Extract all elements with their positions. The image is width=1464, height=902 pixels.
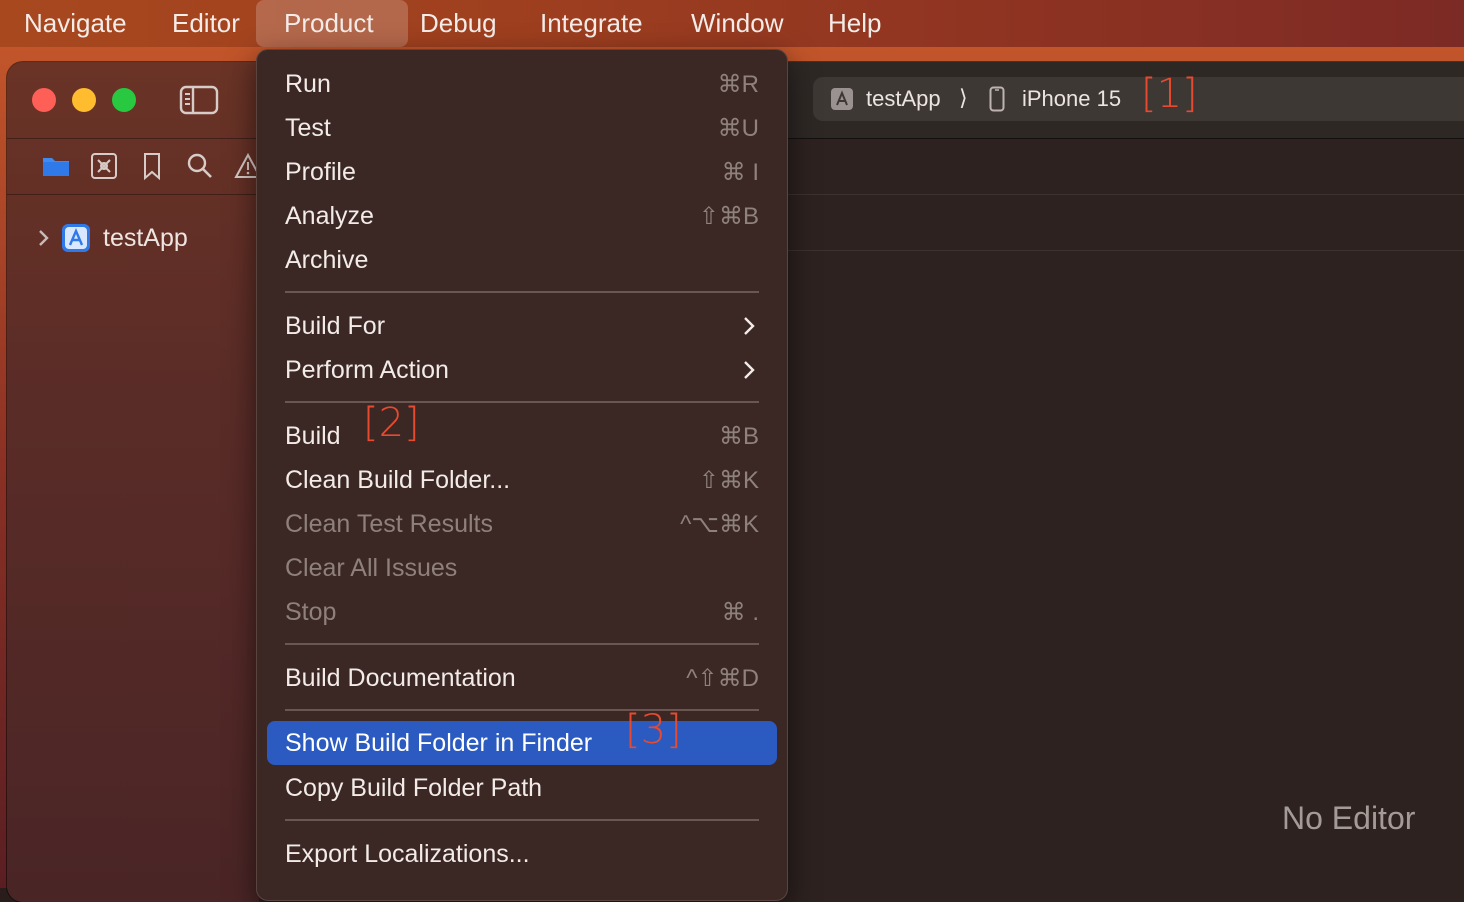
product-menu: Run ⌘R Test ⌘U Profile ⌘ I Analyze ⇧⌘B A… xyxy=(256,49,788,901)
menu-item-label: Clean Test Results xyxy=(285,510,493,538)
scheme-app-name: testApp xyxy=(866,86,941,111)
scheme-separator: ⟩ xyxy=(959,85,968,110)
annotation-mark-3: [3] xyxy=(625,707,682,753)
menu-item-label: Run xyxy=(285,70,331,98)
search-icon[interactable] xyxy=(186,152,214,180)
minimize-window-button[interactable] xyxy=(72,88,96,112)
app-scheme-icon xyxy=(831,88,853,110)
menu-item-build-documentation[interactable]: Build Documentation ^⇧⌘D xyxy=(267,656,777,700)
zoom-window-button[interactable] xyxy=(112,88,136,112)
menu-editor[interactable]: Editor xyxy=(158,0,254,47)
menu-item-clean-test-results: Clean Test Results ^⌥⌘K xyxy=(267,502,777,546)
menu-item-label: Export Localizations... xyxy=(285,840,530,868)
scheme-selector[interactable]: testApp ⟩ iPhone 15 [1] xyxy=(813,71,1464,121)
shortcut-label: ⇧⌘K xyxy=(698,467,759,494)
shortcut-label: ⇧⌘B xyxy=(698,203,759,230)
menu-item-build-for[interactable]: Build For xyxy=(267,304,777,348)
menu-item-label: Copy Build Folder Path xyxy=(285,774,543,802)
shortcut-label: ⌘B xyxy=(718,423,759,450)
chevron-right-icon xyxy=(744,317,755,335)
menu-separator xyxy=(285,819,759,821)
project-name: testApp xyxy=(103,223,188,252)
menu-item-clear-all-issues: Clear All Issues xyxy=(267,546,777,590)
menu-item-label: Build xyxy=(285,422,341,450)
app-project-icon xyxy=(62,224,90,252)
menu-item-build[interactable]: Build [2] ⌘B xyxy=(267,400,777,458)
menu-item-label: Stop xyxy=(285,598,337,626)
scheme-device-name: iPhone 15 xyxy=(1022,86,1122,111)
shortcut-label: ⌘U xyxy=(717,115,759,142)
menu-item-perform-action[interactable]: Perform Action xyxy=(267,348,777,392)
chevron-right-icon[interactable] xyxy=(35,228,53,248)
menu-item-export-localizations[interactable]: Export Localizations... xyxy=(267,832,777,876)
menu-separator xyxy=(285,643,759,645)
menu-item-show-build-folder-in-finder[interactable]: Show Build Folder in Finder [3] xyxy=(267,707,777,765)
shortcut-label: ⌘ I xyxy=(721,159,759,186)
menu-debug[interactable]: Debug xyxy=(406,0,511,47)
menu-item-label: Clean Build Folder... xyxy=(285,466,511,494)
menu-item-label: Profile xyxy=(285,158,356,186)
menu-item-stop: Stop ⌘ . xyxy=(267,590,777,634)
menu-navigate[interactable]: Navigate xyxy=(10,0,141,47)
menu-separator xyxy=(285,291,759,293)
annotation-mark-1: [1] xyxy=(1141,71,1198,117)
folder-icon[interactable] xyxy=(42,152,70,180)
annotation-mark-2: [2] xyxy=(363,400,420,446)
menu-item-analyze[interactable]: Analyze ⇧⌘B xyxy=(267,194,777,238)
menu-item-label: Perform Action xyxy=(285,356,449,384)
menu-item-label: Show Build Folder in Finder xyxy=(285,729,593,757)
menu-item-label: Clear All Issues xyxy=(285,554,458,582)
source-control-icon[interactable] xyxy=(90,152,118,180)
menu-separator xyxy=(285,401,759,403)
menu-item-label: Build For xyxy=(285,312,386,340)
menu-item-clean-build-folder[interactable]: Clean Build Folder... ⇧⌘K xyxy=(267,458,777,502)
shortcut-label: ^⇧⌘D xyxy=(686,665,759,692)
sidebar-divider xyxy=(7,138,259,139)
menu-item-profile[interactable]: Profile ⌘ I xyxy=(267,150,777,194)
menu-separator xyxy=(285,709,759,711)
shortcut-label: ⌘ . xyxy=(721,599,759,626)
menu-item-label: Test xyxy=(285,114,331,142)
sidebar-toggle-icon[interactable] xyxy=(179,84,219,116)
iphone-icon xyxy=(989,86,1005,112)
menu-item-label: Archive xyxy=(285,246,369,274)
menu-item-label: Build Documentation xyxy=(285,664,516,692)
menu-item-archive[interactable]: Archive xyxy=(267,238,777,282)
menu-item-run[interactable]: Run ⌘R xyxy=(267,62,777,106)
project-tree-item[interactable]: testApp xyxy=(35,222,188,254)
sidebar-divider xyxy=(7,194,259,195)
menu-product[interactable]: Product xyxy=(256,0,408,47)
menu-bar: Navigate Editor Product Debug Integrate … xyxy=(0,0,1464,47)
chevron-right-icon xyxy=(744,361,755,379)
shortcut-label: ^⌥⌘K xyxy=(680,511,759,538)
close-window-button[interactable] xyxy=(32,88,56,112)
shortcut-label: ⌘R xyxy=(717,71,759,98)
menu-item-test[interactable]: Test ⌘U xyxy=(267,106,777,150)
bookmark-icon[interactable] xyxy=(138,152,166,180)
menu-item-copy-build-folder-path[interactable]: Copy Build Folder Path xyxy=(267,766,777,810)
menu-item-label: Analyze xyxy=(285,202,374,230)
menu-integrate[interactable]: Integrate xyxy=(526,0,657,47)
no-editor-placeholder: No Editor xyxy=(1282,800,1416,836)
menu-help[interactable]: Help xyxy=(814,0,895,47)
navigator-sidebar: testApp xyxy=(7,62,262,902)
menu-window[interactable]: Window xyxy=(677,0,797,47)
